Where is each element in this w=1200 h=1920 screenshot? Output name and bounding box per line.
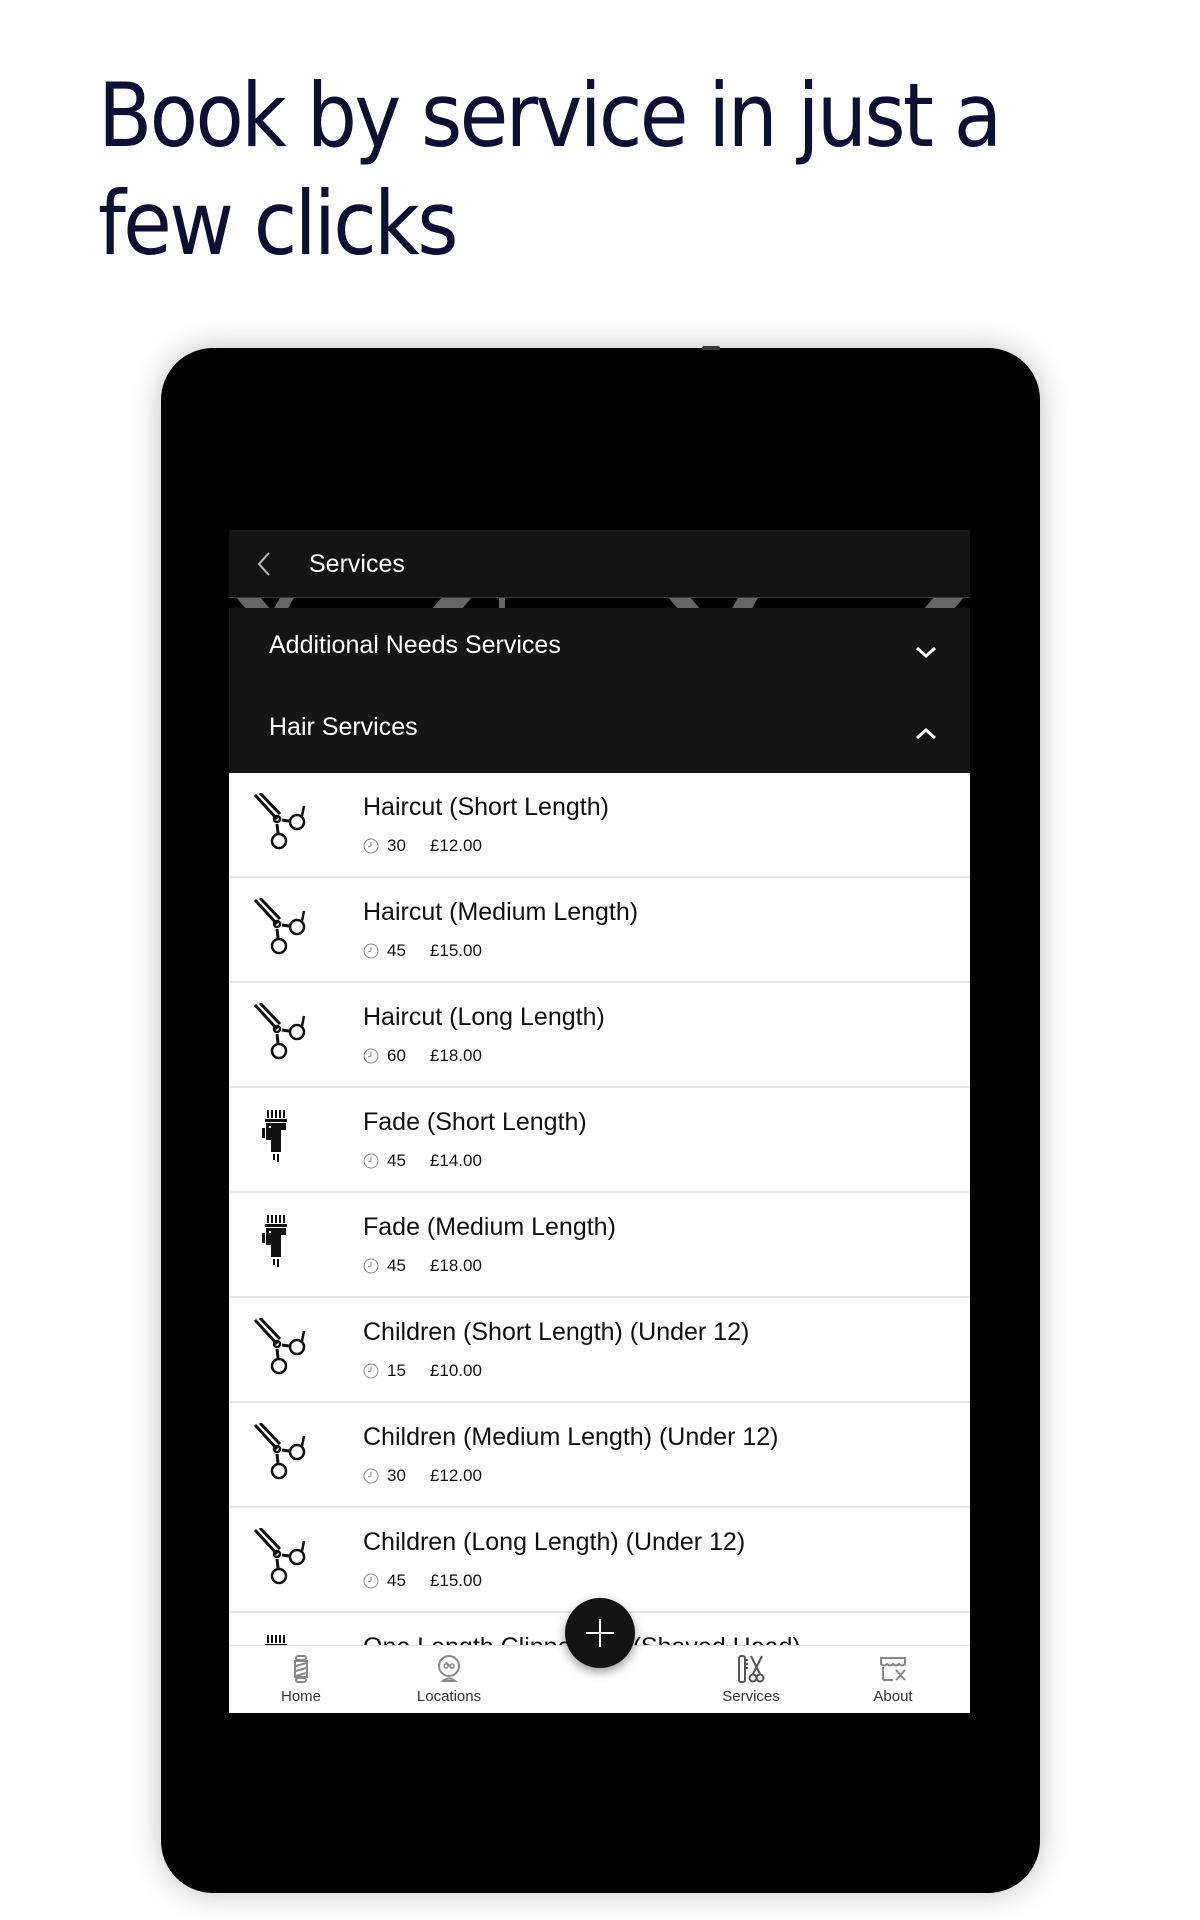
- service-duration: 45: [387, 1571, 406, 1590]
- tab-label: About: [873, 1688, 913, 1705]
- page-headline: Book by service in just a few clicks: [98, 64, 1002, 275]
- service-name: Fade (Medium Length): [363, 1213, 616, 1241]
- service-price: £18.00: [429, 1046, 482, 1065]
- scissors-icon: [251, 1526, 321, 1594]
- service-row[interactable]: Fade (Short Length) 45 £14.00: [229, 1088, 970, 1193]
- shop-icon: [880, 1657, 906, 1681]
- service-list: Haircut (Short Length) 30 £12.00 Haircut (M…: [229, 773, 970, 1713]
- accordion-additional-needs[interactable]: Additional Needs Services: [229, 608, 970, 690]
- clock-icon: [363, 1468, 379, 1484]
- service-name: Haircut (Medium Length): [363, 898, 639, 926]
- service-name: Children (Medium Length) (Under 12): [363, 1423, 779, 1451]
- service-price: £15.00: [429, 941, 482, 960]
- accordion-label: Hair Services: [269, 713, 418, 741]
- service-row[interactable]: Haircut (Medium Length) 45 £15.00: [229, 878, 970, 983]
- clock-icon: [363, 1573, 379, 1589]
- service-price: £12.00: [429, 836, 482, 855]
- service-price: £14.00: [429, 1151, 482, 1170]
- service-duration: 30: [387, 1466, 406, 1485]
- tab-services[interactable]: Services: [691, 1654, 811, 1705]
- service-duration: 15: [387, 1361, 406, 1380]
- add-booking-button[interactable]: [565, 1598, 635, 1668]
- location-pin-icon: [438, 1655, 460, 1682]
- service-row[interactable]: Haircut (Long Length) 60 £18.00: [229, 983, 970, 1088]
- scissors-icon: [251, 1421, 321, 1489]
- clock-icon: [363, 1153, 379, 1169]
- service-meta: 30 £12.00: [363, 836, 482, 856]
- service-price: £10.00: [429, 1361, 482, 1380]
- tab-home[interactable]: Home: [241, 1654, 361, 1705]
- service-row[interactable]: Children (Medium Length) (Under 12) 30 £12…: [229, 1403, 970, 1508]
- service-meta: 15 £10.00: [363, 1361, 482, 1381]
- chevron-left-icon: [257, 552, 270, 576]
- tab-label: Locations: [416, 1688, 482, 1705]
- service-name: Fade (Short Length): [363, 1108, 587, 1136]
- service-meta: 45 £15.00: [363, 941, 482, 961]
- service-meta: 60 £18.00: [363, 1046, 482, 1066]
- service-duration: 60: [387, 1046, 406, 1065]
- chevron-down-icon: [916, 646, 936, 659]
- clock-icon: [363, 1363, 379, 1379]
- service-duration: 45: [387, 1151, 406, 1170]
- clipper-icon: [251, 1213, 321, 1279]
- tab-about[interactable]: About: [833, 1654, 953, 1705]
- decorative-strip: [229, 598, 970, 608]
- service-price: £18.00: [429, 1256, 482, 1275]
- service-meta: 45 £15.00: [363, 1571, 482, 1591]
- service-row[interactable]: Haircut (Short Length) 30 £12.00: [229, 773, 970, 878]
- service-price: £15.00: [429, 1571, 482, 1590]
- back-button[interactable]: [249, 548, 279, 580]
- service-meta: 45 £14.00: [363, 1151, 482, 1171]
- scissors-icon: [251, 1316, 321, 1384]
- scissors-icon: [251, 1001, 321, 1069]
- scissors-icon: [251, 896, 321, 964]
- service-duration: 45: [387, 941, 406, 960]
- service-meta: 45 £18.00: [363, 1256, 482, 1276]
- barber-pole-icon: [294, 1655, 308, 1683]
- service-price: £12.00: [429, 1466, 482, 1485]
- clock-icon: [363, 838, 379, 854]
- tab-label: Home: [280, 1688, 321, 1705]
- service-duration: 45: [387, 1256, 406, 1275]
- tab-label: Services: [722, 1688, 780, 1705]
- tab-locations[interactable]: Locations: [389, 1654, 509, 1705]
- accordion-label: Additional Needs Services: [269, 631, 561, 659]
- service-row[interactable]: Fade (Medium Length) 45 £18.00: [229, 1193, 970, 1298]
- service-meta: 30 £12.00: [363, 1466, 482, 1486]
- service-name: Haircut (Long Length): [363, 1003, 605, 1031]
- comb-scissors-icon: [738, 1655, 765, 1683]
- clipper-icon: [251, 1108, 321, 1174]
- service-name: Haircut (Short Length): [363, 793, 609, 821]
- app-bar: Services: [229, 530, 970, 598]
- tablet-camera: [702, 346, 720, 350]
- clock-icon: [363, 1258, 379, 1274]
- clock-icon: [363, 1048, 379, 1064]
- service-name: Children (Long Length) (Under 12): [363, 1528, 746, 1556]
- accordion-hair-services[interactable]: Hair Services: [229, 690, 970, 773]
- service-name: Children (Short Length) (Under 12): [363, 1318, 750, 1346]
- clock-icon: [363, 943, 379, 959]
- app-screen: Services Additional Needs Services Hair …: [229, 530, 970, 1713]
- page-title: Services: [309, 550, 405, 578]
- service-row[interactable]: Children (Short Length) (Under 12) 15 £10.…: [229, 1298, 970, 1403]
- plus-icon: [586, 1619, 614, 1647]
- chevron-up-icon: [916, 727, 936, 740]
- scissors-icon: [251, 791, 321, 859]
- service-duration: 30: [387, 836, 406, 855]
